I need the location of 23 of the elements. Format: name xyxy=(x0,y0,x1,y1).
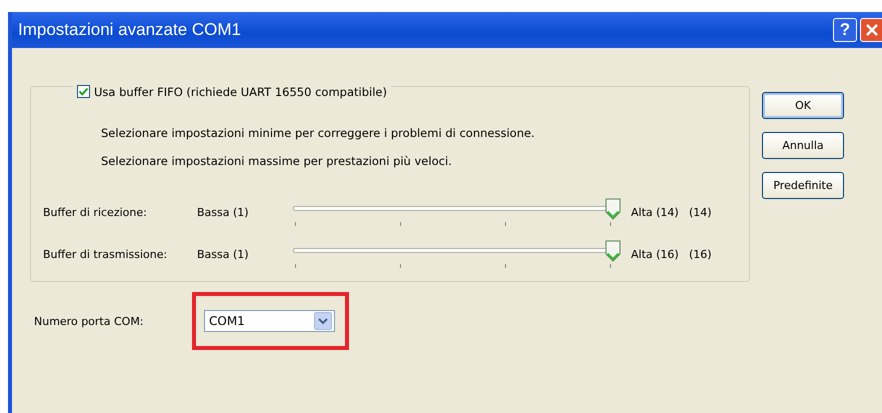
min-label: Bassa (1) xyxy=(197,206,250,218)
close-button[interactable] xyxy=(860,18,882,42)
slider-value: (14) xyxy=(689,206,712,218)
dialog-button[interactable]: Predefinite xyxy=(762,172,844,199)
slider-thumb[interactable] xyxy=(605,198,621,220)
close-icon xyxy=(865,23,879,37)
max-label: Alta (14) xyxy=(631,206,680,218)
dialog-button[interactable]: Annulla xyxy=(762,132,844,159)
port-dropdown[interactable]: COM1 xyxy=(204,310,335,332)
max-label: Alta (16) xyxy=(631,248,680,260)
checkbox[interactable] xyxy=(77,85,90,98)
hint-text: Selezionare impostazioni massime per prestazioni più veloci. xyxy=(101,154,453,168)
help-button[interactable]: ? xyxy=(833,18,857,42)
window-title: Impostazioni avanzate COM1 xyxy=(18,20,242,40)
slider-thumb[interactable] xyxy=(605,240,621,262)
port-label: Numero porta COM: xyxy=(34,314,145,328)
slider-label: Buffer di trasmissione: xyxy=(43,248,168,260)
slider-value: (16) xyxy=(689,248,712,260)
dialog-button[interactable]: OK xyxy=(762,92,844,119)
slider-label: Buffer di ricezione: xyxy=(43,206,148,218)
checkbox-label: Usa buffer FIFO (richiede UART 16550 compatibile) xyxy=(94,84,387,98)
min-label: Bassa (1) xyxy=(197,248,250,260)
hint-text: Selezionare impostazioni minime per correggere i problemi di connessione. xyxy=(101,126,536,140)
